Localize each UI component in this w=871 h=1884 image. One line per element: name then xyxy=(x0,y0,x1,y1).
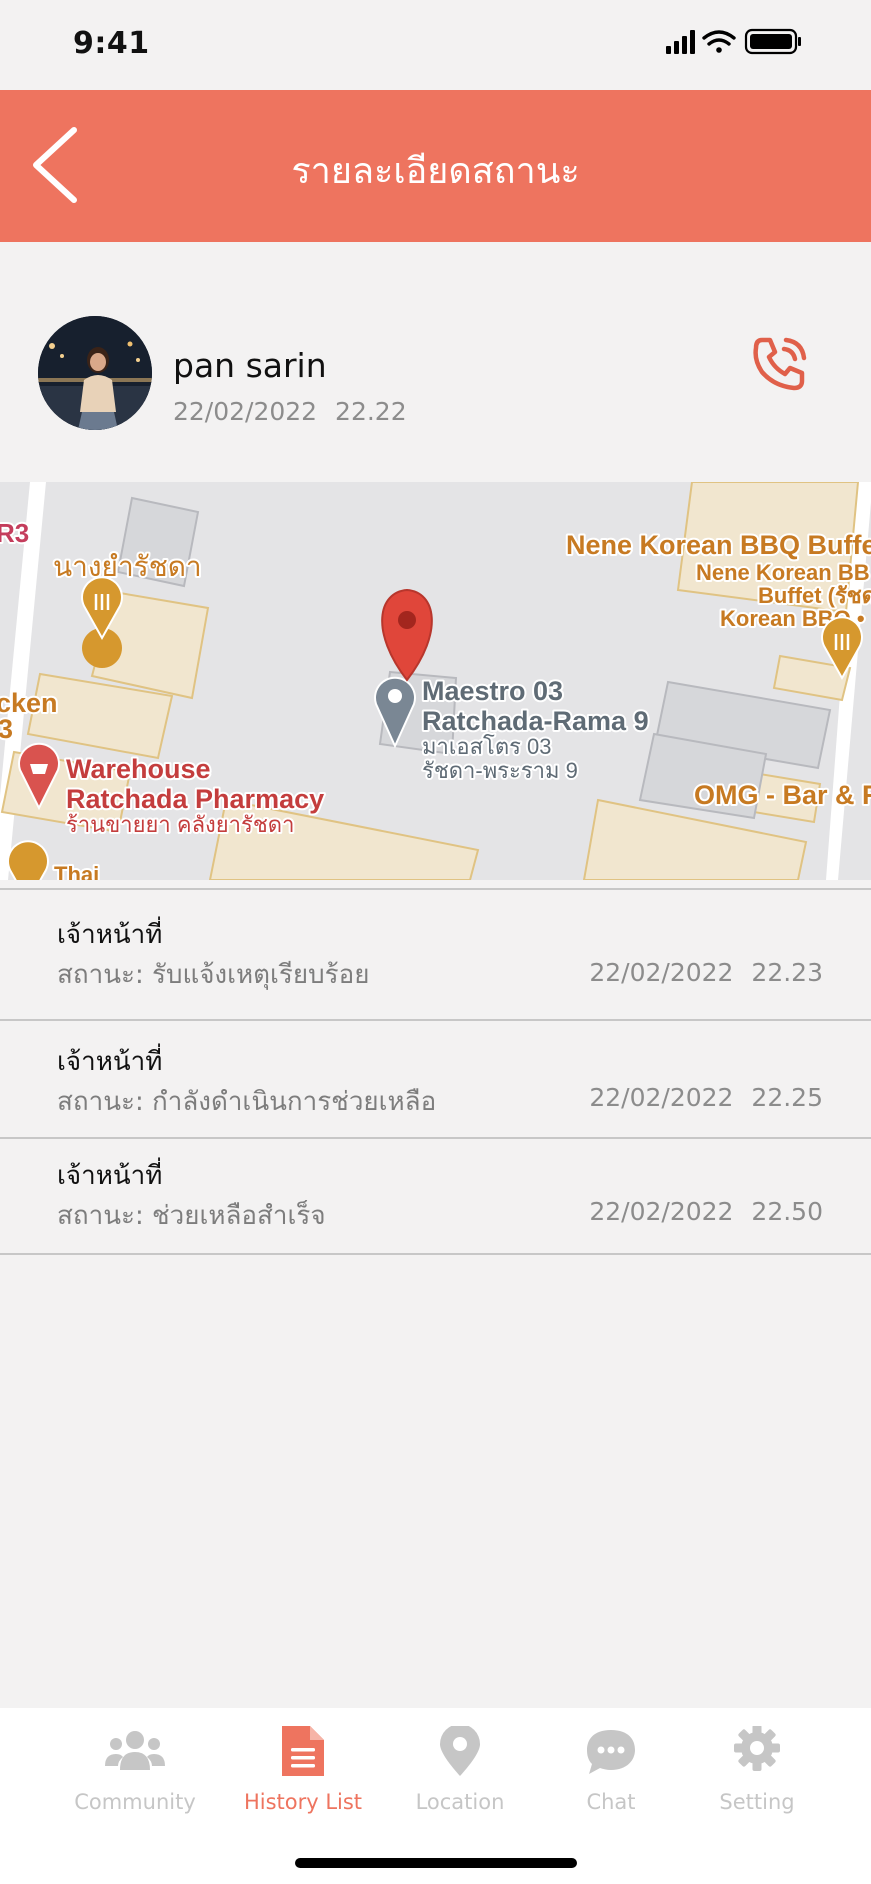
row-time: 22.25 xyxy=(751,1083,823,1112)
app-header: รายละเอียดสถานะ xyxy=(0,90,871,242)
avatar xyxy=(38,316,152,430)
call-button[interactable] xyxy=(748,332,812,396)
map-label-warehouse-2: Ratchada Pharmacy xyxy=(66,784,324,814)
map-label-warehouse-1: Warehouse xyxy=(66,754,211,784)
battery-icon xyxy=(744,28,801,55)
gear-icon xyxy=(734,1726,780,1771)
row-date: 22/02/2022 xyxy=(589,1083,734,1112)
profile-time: 22.22 xyxy=(335,397,407,426)
document-icon xyxy=(282,1726,324,1776)
row-status-text: สถานะ: รับแจ้งเหตุเรียบร้อย xyxy=(57,960,370,990)
map-label-nene-2: Buffet (รัชด xyxy=(758,583,871,608)
avatar-photo xyxy=(38,316,152,430)
map-label-maestro-2: Ratchada-Rama 9 xyxy=(422,706,649,736)
map-label-nene-title: Nene Korean BBQ Buffe xyxy=(566,530,871,560)
tab-label: Community xyxy=(74,1790,196,1814)
row-officer-title: เจ้าหน้าที่ xyxy=(57,1161,163,1191)
row-status-text: สถานะ: กำลังดำเนินการช่วยเหลือ xyxy=(57,1087,437,1117)
row-timestamp: 22/02/2022 22.23 xyxy=(589,958,823,987)
signal-icon xyxy=(666,30,695,54)
community-icon xyxy=(105,1731,165,1770)
map-label-r3: R3 xyxy=(0,518,29,548)
status-time: 9:41 xyxy=(73,26,150,61)
status-row: เจ้าหน้าที่ สถานะ: กำลังดำเนินการช่วยเหล… xyxy=(0,1021,871,1139)
profile-section: pan sarin 22/02/2022 22.22 xyxy=(0,242,871,482)
status-update-list: เจ้าหน้าที่ สถานะ: รับแจ้งเหตุเรียบร้อย … xyxy=(0,888,871,1255)
wifi-icon xyxy=(702,30,736,53)
location-map[interactable]: R3 นางยำรัชดา Nene Korean BBQ Buffe Nene… xyxy=(0,482,871,880)
map-label-maestro-1: Maestro 03 xyxy=(422,676,563,706)
tab-label: Chat xyxy=(586,1790,636,1814)
chat-bubble-icon xyxy=(587,1730,635,1774)
status-row: เจ้าหน้าที่ สถานะ: ช่วยเหลือสำเร็จ 22/02… xyxy=(0,1139,871,1255)
row-status-text: สถานะ: ช่วยเหลือสำเร็จ xyxy=(57,1201,326,1231)
tab-location[interactable]: Location xyxy=(385,1726,535,1836)
tab-community[interactable]: Community xyxy=(60,1726,210,1836)
row-date: 22/02/2022 xyxy=(589,958,734,987)
map-label-omg: OMG - Bar & F xyxy=(694,780,871,810)
restaurant-marker-icon[interactable] xyxy=(7,840,49,880)
bottom-tab-bar: Community History List Location Chat Set… xyxy=(0,1708,871,1884)
profile-name: pan sarin xyxy=(173,346,327,385)
row-time: 22.23 xyxy=(751,958,823,987)
page-title: รายละเอียดสถานะ xyxy=(291,151,580,192)
tab-label: Location xyxy=(415,1790,505,1814)
profile-timestamp: 22/02/2022 22.22 xyxy=(173,397,407,426)
row-officer-title: เจ้าหน้าที่ xyxy=(57,1047,163,1077)
status-bar: 9:41 xyxy=(0,0,871,90)
home-indicator xyxy=(295,1858,577,1868)
tab-setting[interactable]: Setting xyxy=(682,1726,832,1836)
map-label-nene-1: Nene Korean BB xyxy=(696,560,870,585)
row-officer-title: เจ้าหน้าที่ xyxy=(57,920,163,950)
tab-chat[interactable]: Chat xyxy=(536,1726,686,1836)
profile-date: 22/02/2022 xyxy=(173,397,318,426)
row-timestamp: 22/02/2022 22.50 xyxy=(589,1197,823,1226)
status-icons xyxy=(666,28,801,55)
status-row: เจ้าหน้าที่ สถานะ: รับแจ้งเหตุเรียบร้อย … xyxy=(0,888,871,1021)
map-label-thai: Thai xyxy=(54,862,99,880)
row-timestamp: 22/02/2022 22.25 xyxy=(589,1083,823,1112)
phone-call-icon xyxy=(753,337,807,391)
map-canvas: R3 นางยำรัชดา Nene Korean BBQ Buffe Nene… xyxy=(0,482,871,880)
map-label-nang-yam: นางยำรัชดา xyxy=(53,551,202,582)
map-label-3: 3 xyxy=(0,714,13,744)
location-pin-icon xyxy=(440,1726,480,1776)
row-date: 22/02/2022 xyxy=(589,1197,734,1226)
row-time: 22.50 xyxy=(751,1197,823,1226)
map-label-maestro-th-1: มาเอสโตร 03 xyxy=(422,734,552,759)
map-label-maestro-th-2: รัชดา-พระราม 9 xyxy=(422,758,578,783)
tab-label: Setting xyxy=(719,1790,795,1814)
map-label-warehouse-th: ร้านขายยา คลังยารัชดา xyxy=(66,812,294,837)
tab-label: History List xyxy=(243,1790,363,1814)
tab-history-list[interactable]: History List xyxy=(228,1726,378,1836)
